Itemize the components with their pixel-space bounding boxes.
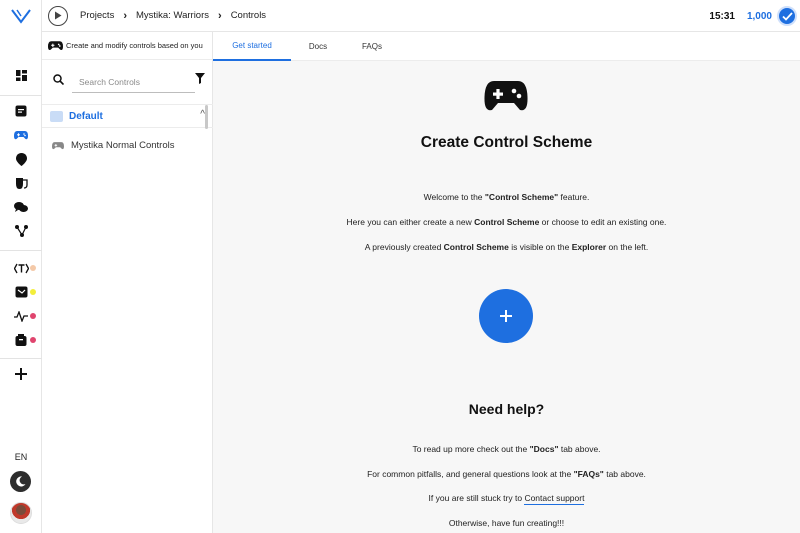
explorer-header: Create and modify controls based on you (42, 32, 212, 60)
breadcrumb-current: Controls (230, 10, 267, 21)
page-title: Create Control Scheme (420, 134, 593, 151)
create-control-scheme-button[interactable] (479, 289, 533, 343)
folder-icon (50, 110, 63, 122)
help-title: Need help? (468, 401, 545, 417)
mask-icon[interactable] (13, 175, 29, 191)
pulse-icon[interactable] (13, 308, 29, 324)
chevron-right-icon: › (123, 9, 127, 22)
tab-get-started[interactable]: Get started (213, 32, 291, 61)
scrollbar[interactable] (205, 105, 208, 129)
breadcrumb-projects[interactable]: Projects (80, 10, 114, 21)
plus-icon (500, 310, 512, 322)
welcome-text: Welcome to the "Control Scheme" feature. (423, 192, 590, 202)
logo-icon[interactable] (11, 8, 31, 24)
list-item-label: Mystika Normal Controls (71, 139, 175, 151)
language-selector[interactable]: EN (0, 452, 42, 462)
box-icon[interactable] (13, 332, 29, 348)
search-icon (53, 74, 64, 85)
notes-icon[interactable] (13, 103, 29, 119)
contact-support-link[interactable]: Contact support (524, 493, 585, 505)
check-icon[interactable] (777, 6, 797, 26)
breadcrumb: Projects › Mystika: Warriors › Controls (80, 10, 266, 22)
search-input[interactable] (72, 71, 195, 93)
intro-text: Here you can either create a new Control… (346, 217, 667, 227)
moon-icon[interactable] (10, 471, 31, 492)
plus-icon[interactable] (13, 366, 29, 382)
list-item[interactable]: Mystika Normal Controls (42, 136, 207, 154)
tab-docs[interactable]: Docs (291, 32, 345, 61)
play-button[interactable] (48, 5, 68, 26)
tab-bar: Get started Docs FAQs (213, 32, 800, 61)
text-icon[interactable] (13, 260, 29, 276)
help-support-text: If you are still stuck try to Contact su… (428, 493, 585, 505)
map-pin-icon[interactable] (13, 151, 29, 167)
help-faqs-text: For common pitfalls, and general questio… (367, 469, 646, 479)
help-docs-text: To read up more check out the "Docs" tab… (412, 444, 601, 454)
avatar[interactable] (10, 502, 32, 524)
gamepad-icon (48, 41, 63, 50)
folder-default[interactable]: Default ^ (42, 104, 213, 128)
chat-icon[interactable] (13, 199, 29, 215)
credits-count: 1,000 (746, 10, 772, 22)
clock: 15:31 (709, 10, 735, 22)
tab-faqs[interactable]: FAQs (345, 32, 399, 61)
breadcrumb-project[interactable]: Mystika: Warriors (136, 10, 209, 21)
icon-rail: EN (0, 0, 42, 533)
dashboard-icon[interactable] (13, 67, 29, 83)
explorer-hint-text: A previously created Control Scheme is v… (364, 242, 649, 252)
help-closing-text: Otherwise, have fun creating!!! (448, 518, 565, 528)
gamepad-icon[interactable] (13, 127, 29, 143)
media-icon[interactable] (13, 284, 29, 300)
main-content: Get started Docs FAQs Create Control Sch… (213, 32, 800, 533)
explorer-panel: Create and modify controls based on you … (42, 32, 213, 533)
folder-label: Default (69, 110, 103, 122)
chevron-right-icon: › (218, 9, 222, 22)
filter-icon[interactable] (195, 73, 205, 84)
gamepad-icon (52, 141, 64, 149)
explorer-description: Create and modify controls based on you (66, 41, 203, 50)
top-bar: Projects › Mystika: Warriors › Controls … (42, 0, 800, 32)
nodes-icon[interactable] (13, 223, 29, 239)
gamepad-icon (484, 81, 528, 111)
